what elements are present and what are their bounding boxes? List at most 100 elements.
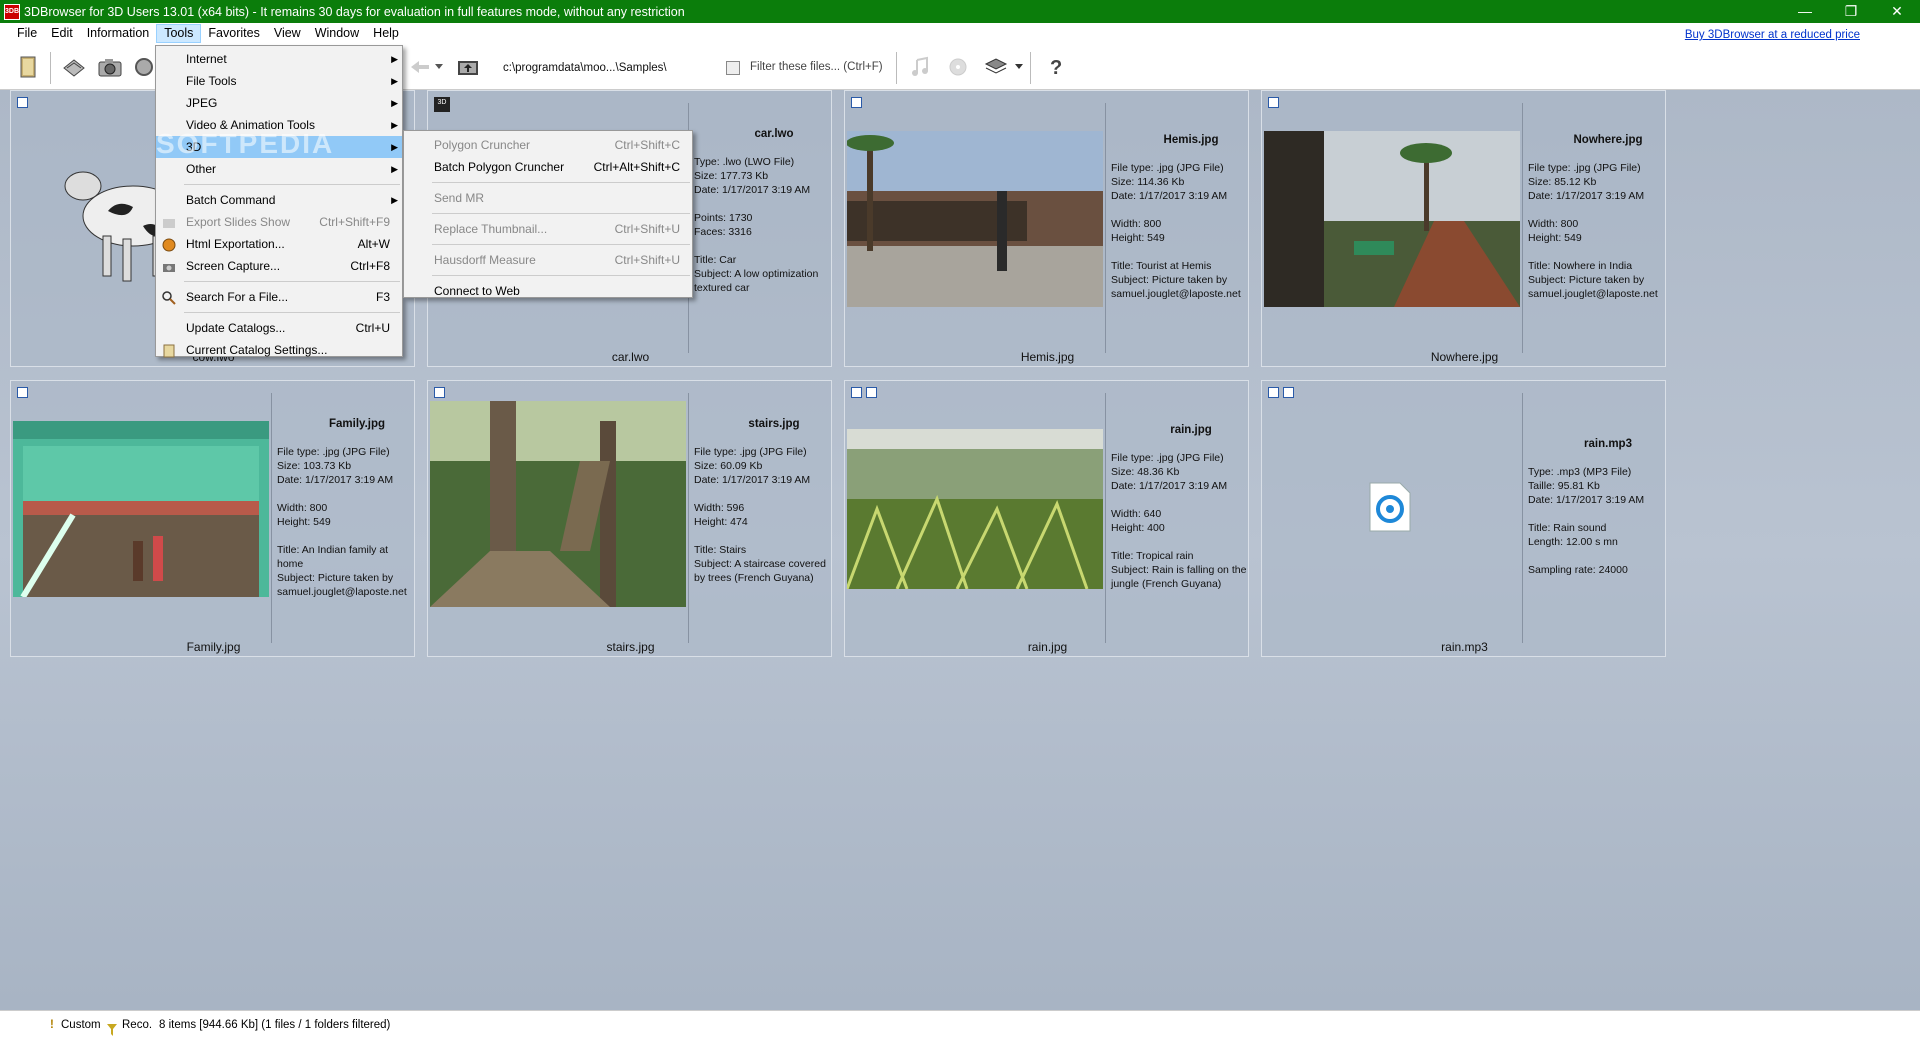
status-custom[interactable]: Custom — [61, 1011, 101, 1039]
info-line: Width: 800 — [1111, 218, 1162, 230]
menu-item-internet[interactable]: Internet ▶ — [156, 48, 402, 70]
info-line: Title: Nowhere in India — [1528, 260, 1633, 272]
menu-favorites[interactable]: Favorites — [201, 24, 266, 43]
menu-file[interactable]: File — [10, 24, 44, 43]
info-line: Height: 549 — [1528, 232, 1582, 244]
minimize-button[interactable]: — — [1782, 0, 1828, 23]
menu-item-other[interactable]: Other ▶ — [156, 158, 402, 180]
file-tile[interactable]: Family.jpg File type: .jpg (JPG File) Si… — [10, 380, 415, 657]
audio-file-icon — [1368, 481, 1412, 533]
menu-item-batch-command[interactable]: Batch Command ▶ — [156, 189, 402, 211]
history-dropdown-icon[interactable] — [432, 52, 446, 82]
status-summary: 8 items [944.66 Kb] (1 files / 1 folders… — [159, 1019, 391, 1031]
menu-item-export-slides[interactable]: Export Slides Show Ctrl+Shift+F9 — [156, 211, 402, 233]
scanner-icon[interactable] — [58, 52, 90, 82]
filter-funnel-icon[interactable] — [107, 1019, 117, 1036]
filter-input[interactable]: Filter these files... (Ctrl+F) — [744, 54, 884, 80]
menu-view[interactable]: View — [267, 24, 308, 43]
close-button[interactable]: ✕ — [1874, 0, 1920, 23]
catalog-settings-icon — [162, 343, 176, 358]
tools-menu: Internet ▶ File Tools ▶ JPEG ▶ Video & Anim… — [155, 45, 403, 358]
menu-item-batch-polygon-cruncher[interactable]: Batch Polygon Cruncher Ctrl+Alt+Shift+C — [404, 156, 692, 178]
info-line: Size: 48.36 Kb — [1111, 466, 1180, 478]
info-line: Title: Car — [694, 254, 737, 266]
info-line: Title: An Indian family at home — [277, 544, 389, 570]
info-line: Faces: 3316 — [694, 226, 752, 238]
menu-item-polygon-cruncher[interactable]: Polygon Cruncher Ctrl+Shift+C — [404, 134, 692, 156]
info-line: Width: 800 — [277, 502, 328, 514]
info-line: Subject: Rain is falling on the jungle (… — [1111, 564, 1247, 590]
info-line: Width: 596 — [694, 502, 745, 514]
info-line: Taille: 95.81 Kb — [1528, 480, 1600, 492]
submenu-arrow-icon: ▶ — [391, 98, 398, 108]
search-icon — [162, 290, 176, 305]
family-thumbnail — [13, 421, 269, 597]
file-caption: car.lwo — [611, 350, 650, 364]
menu-item-3d[interactable]: 3D ▶ — [156, 136, 402, 158]
file-tile[interactable]: rain.jpg File type: .jpg (JPG File) Size… — [844, 380, 1249, 657]
batch-dropdown-icon[interactable] — [1012, 52, 1026, 82]
disc-icon[interactable] — [942, 52, 974, 82]
rain-thumbnail — [847, 429, 1103, 589]
menu-item-label: Html Exportation... — [186, 237, 285, 251]
menu-shortcut: Ctrl+F8 — [350, 259, 390, 273]
menu-window[interactable]: Window — [308, 24, 366, 43]
info-line: File type: .jpg (JPG File) — [1111, 452, 1224, 464]
menu-tools[interactable]: Tools — [156, 24, 202, 43]
file-tile[interactable]: stairs.jpg File type: .jpg (JPG File) Si… — [427, 380, 832, 657]
music-note-icon[interactable] — [904, 52, 936, 82]
restore-button[interactable]: ❐ — [1828, 0, 1874, 23]
menu-item-label: Replace Thumbnail... — [434, 222, 548, 236]
file-info-title: stairs.jpg — [748, 418, 800, 430]
file-info-title: Family.jpg — [328, 418, 386, 430]
menu-item-label: Screen Capture... — [186, 259, 281, 273]
file-caption: Hemis.jpg — [1020, 350, 1075, 364]
image-type-icon — [851, 387, 862, 398]
help-icon[interactable]: ? — [1040, 52, 1072, 82]
batch-tools-icon[interactable] — [980, 52, 1012, 82]
folder-up-icon[interactable] — [452, 52, 484, 82]
status-reco[interactable]: Reco. — [122, 1011, 152, 1039]
file-caption: rain.mp3 — [1441, 640, 1488, 654]
catalog-icon[interactable] — [12, 52, 44, 82]
file-tile[interactable]: Nowhere.jpg File type: .jpg (JPG File) S… — [1261, 90, 1666, 367]
hemis-thumbnail — [847, 131, 1103, 307]
menu-item-replace-thumbnail[interactable]: Replace Thumbnail... Ctrl+Shift+U — [404, 218, 692, 240]
menu-item-hausdorff[interactable]: Hausdorff Measure Ctrl+Shift+U — [404, 249, 692, 271]
info-line: Subject: Picture taken by samuel.jouglet… — [277, 572, 407, 598]
menu-information[interactable]: Information — [80, 24, 157, 43]
menu-item-jpeg[interactable]: JPEG ▶ — [156, 92, 402, 114]
menu-edit[interactable]: Edit — [44, 24, 80, 43]
menu-item-label: Internet — [186, 52, 227, 66]
path-field[interactable]: c:\programdata\moo...\Samples\ — [492, 54, 742, 80]
file-info-title: Hemis.jpg — [1163, 134, 1219, 146]
menu-shortcut: F3 — [375, 290, 390, 304]
path-dropdown-icon[interactable] — [726, 61, 740, 75]
menu-item-update-catalogs[interactable]: Update Catalogs... Ctrl+U — [156, 317, 402, 339]
menu-item-send-mr[interactable]: Send MR — [404, 187, 692, 209]
info-line: Length: 12.00 s mn — [1528, 536, 1618, 548]
menu-shortcut: Ctrl+Alt+Shift+C — [593, 160, 680, 174]
menu-bar: File Edit Information Tools Favorites Vi… — [0, 23, 1920, 44]
menu-item-screen-capture[interactable]: Screen Capture... Ctrl+F8 — [156, 255, 402, 277]
file-tile[interactable]: Hemis.jpg File type: .jpg (JPG File) Siz… — [844, 90, 1249, 367]
menu-item-catalog-settings[interactable]: Current Catalog Settings... — [156, 339, 402, 361]
menu-item-html-export[interactable]: Html Exportation... Alt+W — [156, 233, 402, 255]
submenu-arrow-icon: ▶ — [391, 195, 398, 205]
image-type-icon — [17, 387, 28, 398]
info-line: Date: 1/17/2017 3:19 AM — [277, 474, 394, 486]
file-tile[interactable]: rain.mp3 Type: .mp3 (MP3 File) Taille: 9… — [1261, 380, 1666, 657]
menu-item-connect-web[interactable]: Connect to Web — [404, 280, 692, 302]
buy-link[interactable]: Buy 3DBrowser at a reduced price — [1685, 29, 1860, 41]
camera-icon[interactable] — [94, 52, 126, 82]
custom-pin-icon[interactable]: ǃ — [50, 1011, 54, 1039]
menu-item-label: JPEG — [186, 96, 218, 110]
info-line: Height: 549 — [1111, 232, 1165, 244]
menu-item-file-tools[interactable]: File Tools ▶ — [156, 70, 402, 92]
info-line: Date: 1/17/2017 3:19 AM — [694, 184, 811, 196]
menu-item-search-file[interactable]: Search For a File... F3 — [156, 286, 402, 308]
menu-item-label: 3D — [186, 140, 202, 154]
menu-item-video-animation[interactable]: Video & Animation Tools ▶ — [156, 114, 402, 136]
menu-help[interactable]: Help — [366, 24, 406, 43]
file-info: Hemis.jpg File type: .jpg (JPG File) Siz… — [1111, 133, 1251, 301]
